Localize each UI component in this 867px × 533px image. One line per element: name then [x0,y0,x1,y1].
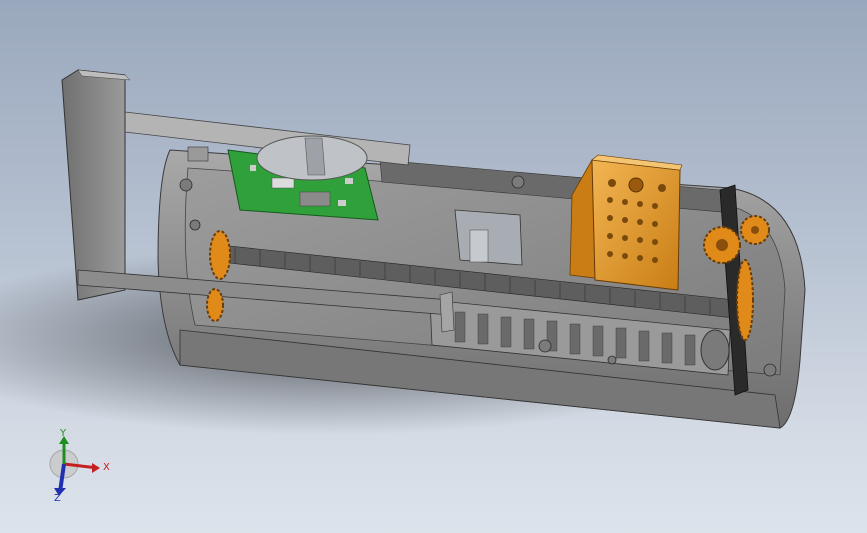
clip-bracket [187,146,209,162]
roller-end-cap [700,329,730,371]
cad-model-assembly[interactable] [0,0,867,533]
triad-y-label: Y [60,428,67,439]
cad-viewport[interactable]: X Y Z [0,0,867,533]
slider-tab[interactable] [439,291,455,333]
center-mechanism-block [469,229,489,263]
center-mechanism[interactable] [454,209,523,266]
sensor-disc-arm [304,137,326,176]
triad-x-label: X [103,462,110,473]
orientation-triad[interactable]: X Y Z [40,428,120,518]
triad-graphic [49,436,100,496]
triad-z-label: Z [54,493,61,504]
orange-bracket-hub [628,177,644,193]
